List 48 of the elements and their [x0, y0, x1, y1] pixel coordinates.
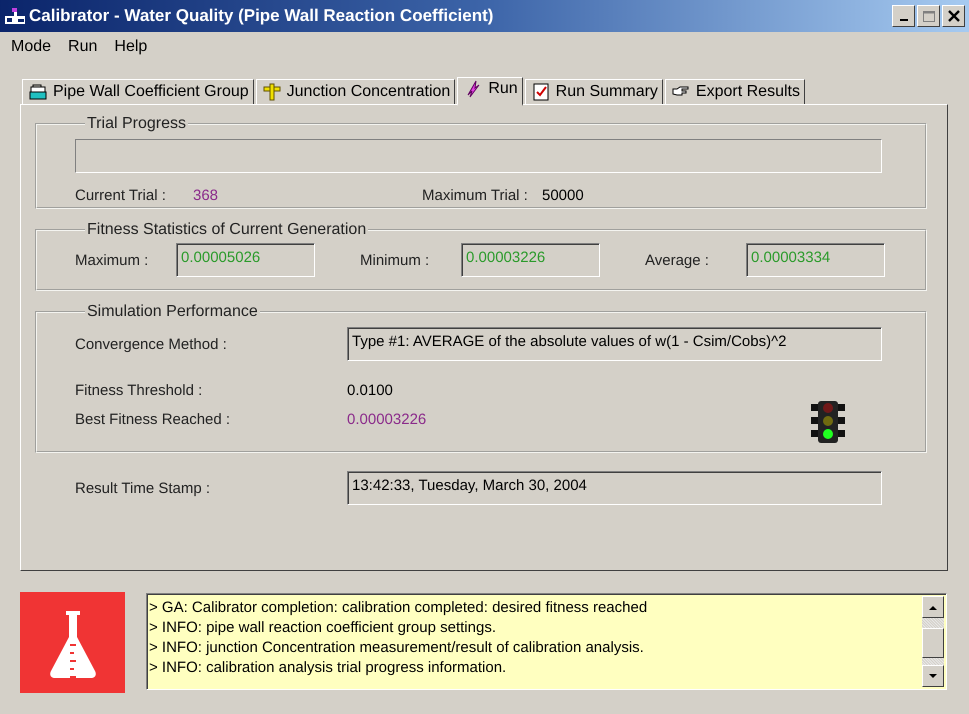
maximize-button[interactable] — [917, 5, 940, 27]
tab[interactable]: Run Summary — [524, 79, 663, 104]
tab[interactable]: Run — [457, 77, 523, 106]
close-button[interactable] — [942, 5, 965, 27]
tab[interactable]: Pipe Wall Coefficient Group — [22, 79, 254, 104]
menu-item[interactable]: Help — [107, 38, 154, 56]
field-label: Convergence Method : — [75, 336, 228, 352]
folder-icon — [29, 83, 47, 101]
maximum-trial-value: 50000 — [542, 187, 584, 204]
down-arrow-icon — [928, 672, 938, 680]
log-line: > GA: Calibrator completion: calibration completed: desired fitness reached — [149, 598, 648, 618]
field-label: Fitness Threshold : — [75, 382, 204, 398]
field-label: Minimum : — [360, 252, 430, 268]
group-title: Fitness Statistics of Current Generation — [86, 221, 368, 239]
app-icon — [4, 7, 26, 25]
field-label: Average : — [645, 252, 710, 268]
log-line: > INFO: pipe wall reaction coefficient group settings. — [149, 618, 497, 638]
scroll-down-button[interactable] — [922, 665, 944, 687]
scrollbar[interactable] — [922, 596, 944, 687]
tab[interactable]: Junction Concentration — [256, 79, 456, 104]
tab[interactable]: Export Results — [664, 79, 805, 104]
checklist-icon — [532, 83, 550, 101]
minimize-icon — [900, 19, 908, 21]
convergence-method-field[interactable]: Type #1: AVERAGE of the absolute values of w(1 - Csim/Cobs)^2 — [347, 327, 882, 361]
scroll-thumb[interactable] — [922, 628, 944, 658]
field-label: Current Trial : — [75, 187, 167, 204]
menu-item[interactable]: Run — [61, 38, 104, 56]
field-label: Best Fitness Reached : — [75, 411, 232, 428]
fitness-threshold-value: 0.0100 — [347, 382, 394, 398]
best-fitness-value: 0.00003226 — [347, 411, 426, 428]
menu-item[interactable]: Mode — [4, 38, 58, 56]
up-arrow-icon — [928, 604, 938, 610]
log-line: > INFO: junction Concentration measurement/result of calibration analysis. — [149, 638, 645, 658]
traffic-light-icon — [810, 401, 846, 443]
current-trial-value: 368 — [193, 187, 220, 204]
window-title: Calibrator - Water Quality (Pipe Wall Reaction Coefficient) — [29, 6, 494, 26]
time-stamp-field[interactable]: 13:42:33, Tuesday, March 30, 2004 — [347, 471, 882, 505]
group-title: Trial Progress — [86, 115, 187, 133]
log-line: > INFO: calibration analysis trial progress information. — [149, 658, 508, 678]
field-label: Result Time Stamp : — [75, 480, 212, 496]
ruler-icon — [262, 83, 281, 101]
close-icon — [948, 10, 960, 22]
field-label: Maximum : — [75, 252, 150, 268]
minimize-button[interactable] — [892, 5, 915, 27]
group-title: Simulation Performance — [86, 303, 259, 321]
field-label: Maximum Trial : — [422, 187, 529, 204]
scroll-up-button[interactable] — [922, 596, 944, 618]
maximize-icon — [922, 10, 934, 22]
